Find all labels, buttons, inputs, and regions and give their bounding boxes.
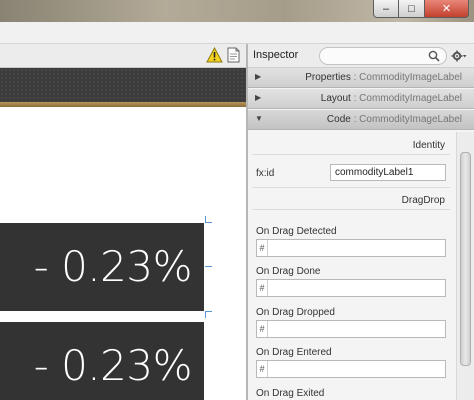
group-divider (252, 154, 450, 155)
section-kind: CommodityImageLabel (359, 93, 462, 104)
window-title-bar: – □ ✕ (0, 0, 474, 22)
section-code[interactable]: ▼ Code : CommodityImageLabel (248, 110, 474, 130)
on-drag-detected-field[interactable]: # (256, 239, 446, 257)
window-controls: – □ ✕ (373, 0, 469, 19)
canvas-header (0, 44, 247, 68)
inspector-panel: Inspector ▶ Properties : CommodityImageL… (248, 44, 474, 400)
close-button[interactable]: ✕ (425, 0, 469, 18)
on-drag-done-field[interactable]: # (256, 279, 446, 297)
section-label: Layout (320, 93, 351, 104)
selection-handle-bottom-corner[interactable] (205, 311, 206, 318)
section-properties[interactable]: ▶ Properties : CommodityImageLabel (248, 68, 474, 88)
warning-icon[interactable] (206, 47, 223, 63)
section-separator: : (350, 114, 360, 125)
section-kind: CommodityImageLabel (359, 114, 462, 125)
scrollbar-thumb[interactable] (460, 152, 471, 366)
on-drag-done-label: On Drag Done (256, 266, 321, 277)
on-drag-dropped-label: On Drag Dropped (256, 307, 335, 318)
commodity-label[interactable]: - 0.23% (0, 322, 204, 400)
hash-prefix: # (257, 321, 268, 337)
selection-handle-bottom[interactable] (205, 311, 212, 312)
group-divider (252, 209, 450, 210)
maximize-button[interactable]: □ (399, 0, 425, 18)
on-drag-detected-label: On Drag Detected (256, 226, 337, 237)
on-drag-exited-label: On Drag Exited (256, 388, 325, 399)
section-separator: : (350, 72, 360, 83)
group-title-dragdrop: DragDrop (401, 195, 445, 206)
inspector-search-input[interactable] (319, 47, 447, 65)
minimize-button[interactable]: – (373, 0, 399, 18)
group-divider (252, 187, 450, 188)
header-texture-strip (0, 68, 247, 102)
selection-handle-top-corner[interactable] (205, 222, 212, 223)
code-properties: Identity fx:id DragDrop On Drag Detected… (248, 132, 455, 400)
section-layout[interactable]: ▶ Layout : CommodityImageLabel (248, 89, 474, 109)
section-kind: CommodityImageLabel (359, 72, 462, 83)
inspector-header: Inspector (248, 44, 474, 68)
hash-prefix: # (257, 361, 268, 377)
collapsed-arrow-icon: ▶ (255, 93, 262, 102)
inspector-scrollbar[interactable] (456, 132, 474, 400)
on-drag-entered-label: On Drag Entered (256, 347, 332, 358)
section-label: Code (326, 114, 351, 125)
document-icon[interactable] (227, 47, 240, 63)
toolbar (0, 22, 474, 44)
hash-prefix: # (257, 280, 268, 296)
fxid-label: fx:id (256, 168, 275, 179)
fxid-field[interactable] (330, 164, 446, 181)
expanded-arrow-icon: ▼ (255, 114, 263, 123)
search-icon[interactable] (428, 50, 440, 62)
selection-handle-middle[interactable] (205, 266, 212, 267)
collapsed-arrow-icon: ▶ (255, 72, 262, 81)
group-title-identity: Identity (412, 140, 445, 151)
on-drag-dropped-field[interactable]: # (256, 320, 446, 338)
section-separator: : (350, 93, 360, 104)
inspector-title: Inspector (253, 49, 299, 61)
on-drag-entered-field[interactable]: # (256, 360, 446, 378)
hash-prefix: # (257, 240, 268, 256)
commodity-label-selected[interactable]: - 0.23% (0, 223, 204, 311)
section-label: Properties (305, 72, 351, 83)
gear-icon[interactable] (451, 49, 467, 63)
